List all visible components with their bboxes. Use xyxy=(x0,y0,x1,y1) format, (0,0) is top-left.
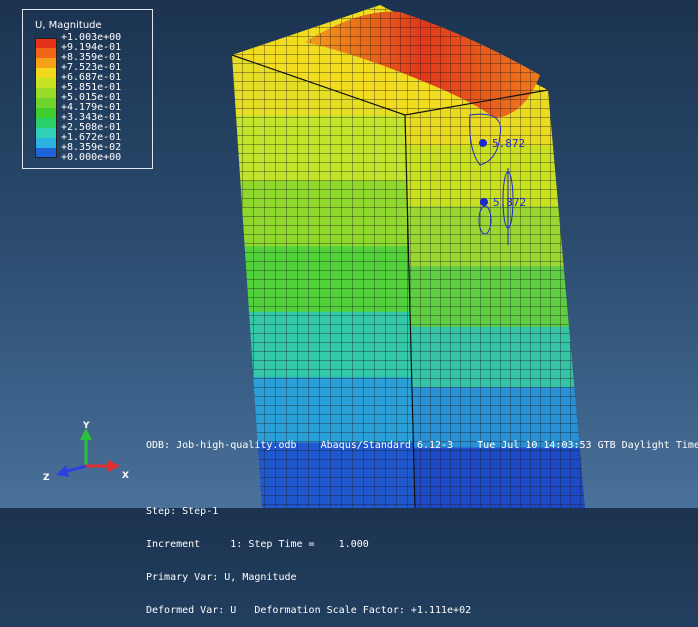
legend-swatch xyxy=(35,148,57,158)
primary-var-line: Primary Var: U, Magnitude xyxy=(146,572,297,583)
legend-row: +8.359e-02 +0.000e+00 xyxy=(35,143,151,163)
probe-label-b: 5.872 xyxy=(493,196,526,209)
z-axis-label: Z xyxy=(43,473,50,483)
legend-swatch xyxy=(35,78,57,88)
legend-swatch xyxy=(35,128,57,138)
probe-label-a: 5.872 xyxy=(492,137,525,150)
probe-point-b[interactable] xyxy=(480,198,488,206)
x-axis-label: X xyxy=(122,471,129,481)
increment-line: Increment 1: Step Time = 1.000 xyxy=(146,539,369,550)
legend-swatch xyxy=(35,68,57,78)
legend-swatch xyxy=(35,138,57,148)
odb-line: ODB: Job-high-quality.odb Abaqus/Standar… xyxy=(146,440,698,451)
info-block: ODB: Job-high-quality.odb Abaqus/Standar… xyxy=(146,418,698,627)
legend-swatch xyxy=(35,58,57,68)
axis-triad: Y X Z xyxy=(40,418,140,488)
legend-swatch xyxy=(35,48,57,58)
legend-swatch xyxy=(35,38,57,48)
legend-swatch xyxy=(35,118,57,128)
legend-rows: +1.003e+00 +9.194e-01 +8.359e-01 +7.523e-01… xyxy=(35,33,151,163)
legend-title: U, Magnitude xyxy=(35,20,102,31)
legend-value: +0.000e+00 xyxy=(61,152,122,163)
legend-swatch xyxy=(35,88,57,98)
y-axis-label: Y xyxy=(83,421,90,431)
probe-point-a[interactable] xyxy=(479,139,487,147)
deformed-var-line: Deformed Var: U Deformation Scale Factor… xyxy=(146,605,472,616)
legend-panel: U, Magnitude +1.003e+00 +9.194e-01 +8.359e… xyxy=(22,9,153,169)
legend-swatch xyxy=(35,108,57,118)
legend-swatch xyxy=(35,98,57,108)
